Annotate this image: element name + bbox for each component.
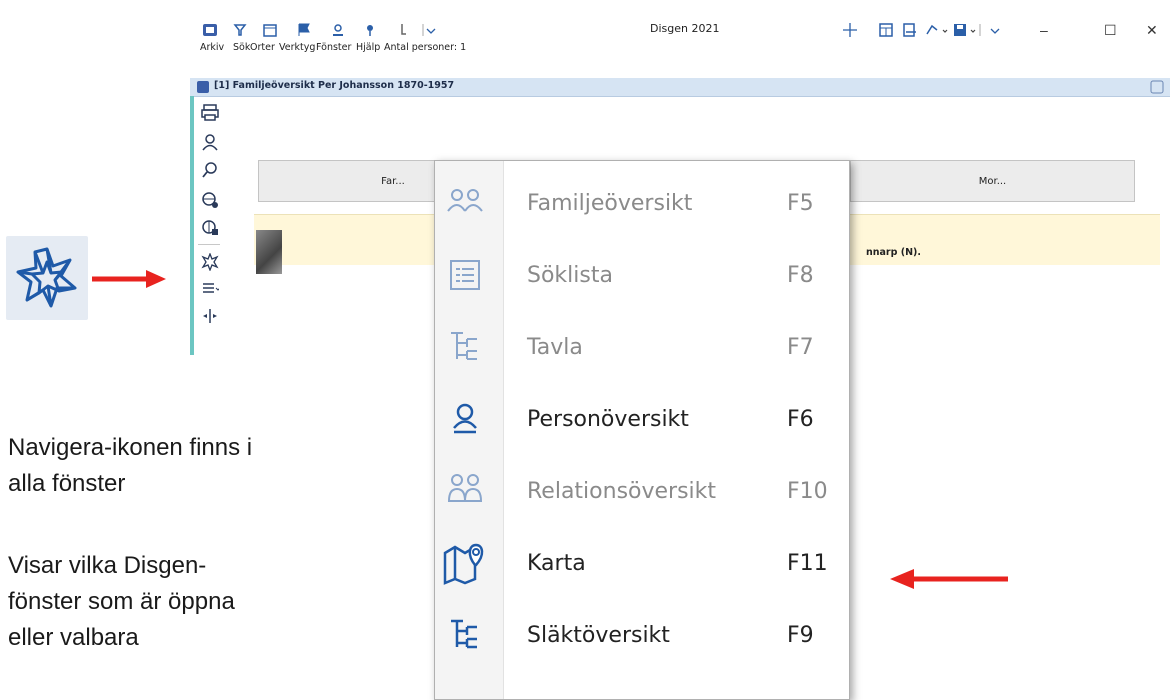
arrow-to-navigate-icon: [92, 270, 166, 288]
side-accent-strip: [190, 96, 194, 355]
arrow-to-karta: [890, 569, 1008, 589]
relations-icon: [443, 469, 487, 513]
navigate-icon[interactable]: [200, 252, 220, 272]
save-dropdown-icon[interactable]: [968, 20, 982, 40]
flag-icon[interactable]: [296, 20, 312, 40]
split-view-icon[interactable]: [200, 306, 220, 326]
caption-line: alla fönster: [8, 470, 126, 497]
document-icon: [196, 80, 210, 99]
person-toolbar-icon[interactable]: [330, 20, 346, 40]
side-divider: [198, 244, 220, 245]
caption-navigate: Navigera-ikonen finns i alla fönster: [8, 430, 252, 502]
menu-item-karta[interactable]: Karta F11: [435, 525, 849, 597]
caption-line: eller valbara: [8, 624, 139, 651]
menu-item-label: Tavla: [527, 335, 583, 360]
menu-item-personoversikt[interactable]: Personöversikt F6: [435, 381, 849, 453]
globe-data-icon[interactable]: [200, 218, 220, 238]
map-pin-icon: [443, 541, 487, 585]
list-icon: [443, 253, 487, 297]
menu-item-shortcut: F5: [787, 191, 814, 216]
document-menu-icon[interactable]: [1150, 80, 1164, 99]
report-icon[interactable]: [902, 20, 918, 40]
caption-windows: Visar vilka Disgen- fönster som är öppna…: [8, 548, 235, 656]
small-dropdown-icon[interactable]: [940, 20, 950, 40]
menu-item-label: Familjeöversikt: [527, 191, 693, 216]
location-icon[interactable]: [362, 20, 378, 40]
minimize-button[interactable]: –: [1040, 22, 1048, 38]
print-icon[interactable]: [200, 102, 220, 122]
menu-item-label: Relationsöversikt: [527, 479, 717, 504]
menu-item-tavla[interactable]: Tavla F7: [435, 309, 849, 381]
document-title: [1] Familjeöversikt Per Johansson 1870-1…: [214, 80, 455, 91]
document-titlebar: [1] Familjeöversikt Per Johansson 1870-1…: [190, 78, 1170, 97]
menu-hjalp[interactable]: Hjälp: [356, 42, 380, 53]
caption-line: fönster som är öppna: [8, 588, 235, 615]
navigate-menu: Familjeöversikt F5 Söklista F8 Tavla F7 …: [434, 160, 850, 700]
menu-item-label: Söklista: [527, 263, 613, 288]
menu-item-relationsoversikt[interactable]: Relationsöversikt F10: [435, 453, 849, 525]
menu-item-shortcut: F8: [787, 263, 814, 288]
menu-item-soklista[interactable]: Söklista F8: [435, 237, 849, 309]
menu-item-shortcut: F10: [787, 479, 828, 504]
family-tree-icon: [443, 613, 487, 657]
mor-button[interactable]: Mor...: [850, 160, 1135, 202]
menu-item-slaktoversikt[interactable]: Släktöversikt F9: [435, 597, 849, 669]
menu-item-label: Släktöversikt: [527, 623, 670, 648]
tree-chart-icon: [443, 325, 487, 369]
search-icon[interactable]: [200, 160, 220, 180]
person-icon: [443, 397, 487, 441]
close-button[interactable]: ✕: [1146, 22, 1158, 39]
toolbar-overflow-icon[interactable]: [422, 20, 436, 40]
menu-item-familjeoversikt[interactable]: Familjeöversikt F5: [435, 165, 849, 237]
menu-arkiv[interactable]: Arkiv: [200, 42, 224, 53]
menu-sok[interactable]: Sök: [233, 42, 250, 53]
app-logo-icon[interactable]: [202, 20, 218, 40]
menu-fonster[interactable]: Fönster: [316, 42, 351, 53]
window-title: Disgen 2021: [650, 22, 720, 35]
person-info-text: nnarp (N).: [866, 247, 921, 258]
caption-line: Visar vilka Disgen-: [8, 552, 207, 579]
calendar-icon[interactable]: [262, 20, 278, 40]
caption-line: Navigera-ikonen finns i: [8, 434, 253, 461]
people-icon: [443, 181, 487, 225]
pin-tool-icon[interactable]: [232, 20, 248, 40]
menu-item-shortcut: F6: [787, 407, 814, 432]
move-icon[interactable]: [842, 20, 858, 40]
menu-orter[interactable]: Orter: [250, 42, 275, 53]
filter-icon[interactable]: [396, 20, 412, 40]
sync-icon[interactable]: [924, 20, 940, 40]
menu-item-shortcut: F9: [787, 623, 814, 648]
save-icon[interactable]: [952, 20, 968, 40]
person-side-icon[interactable]: [200, 132, 220, 152]
quick-access-dropdown-icon[interactable]: [988, 20, 1002, 40]
menu-item-shortcut: F11: [787, 551, 828, 576]
menu-item-shortcut: F7: [787, 335, 814, 360]
layout-icon[interactable]: [878, 20, 894, 40]
list-menu-icon[interactable]: [200, 278, 220, 298]
globe-search-icon[interactable]: [200, 190, 220, 210]
navigate-star-icon: [16, 247, 77, 308]
persons-count: Antal personer: 1: [384, 42, 467, 53]
menu-verktyg[interactable]: Verktyg: [279, 42, 315, 53]
maximize-button[interactable]: ☐: [1104, 22, 1117, 39]
menu-item-label: Personöversikt: [527, 407, 689, 432]
menu-item-label: Karta: [527, 551, 586, 576]
navigate-icon-callout: [6, 236, 88, 320]
person-photo[interactable]: [256, 230, 282, 274]
